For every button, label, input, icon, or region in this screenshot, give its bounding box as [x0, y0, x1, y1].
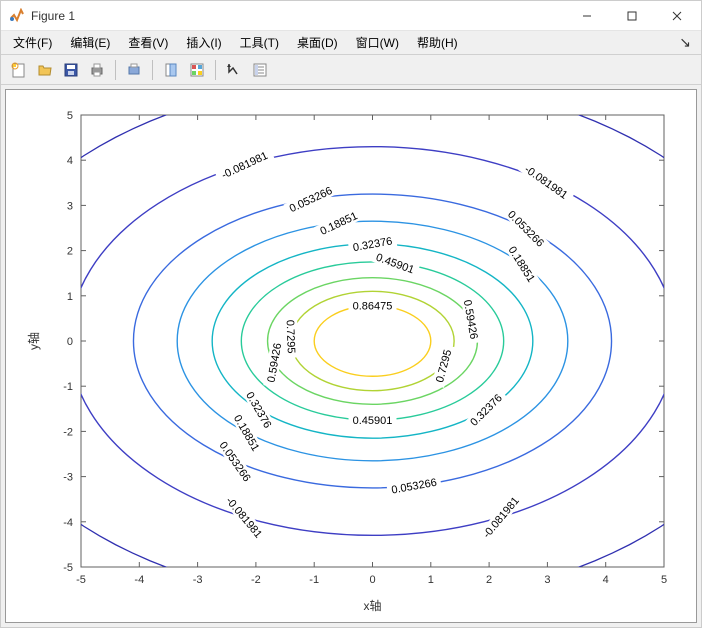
- svg-text:-2: -2: [251, 574, 261, 586]
- menu-window[interactable]: 窗口(W): [348, 32, 407, 53]
- menu-edit[interactable]: 编辑(E): [62, 32, 118, 53]
- maximize-button[interactable]: [609, 1, 654, 31]
- svg-text:x轴: x轴: [363, 598, 381, 613]
- matlab-icon: [9, 8, 25, 24]
- svg-text:4: 4: [67, 155, 73, 167]
- svg-text:0: 0: [369, 574, 375, 586]
- svg-text:0.7295: 0.7295: [284, 320, 297, 354]
- svg-text:0.86475: 0.86475: [353, 301, 393, 313]
- svg-text:1: 1: [67, 291, 73, 303]
- menu-file[interactable]: 文件(F): [5, 32, 60, 53]
- menu-insert[interactable]: 插入(I): [178, 32, 229, 53]
- svg-text:-4: -4: [63, 517, 73, 529]
- insert-legend-button[interactable]: [248, 58, 272, 82]
- svg-text:-4: -4: [134, 574, 144, 586]
- figure-area: -5-4-3-2-1012345-5-4-3-2-1012345x轴y轴-0.0…: [1, 85, 701, 627]
- edit-plot-button[interactable]: [222, 58, 246, 82]
- menu-desktop[interactable]: 桌面(D): [289, 32, 346, 53]
- svg-text:5: 5: [661, 574, 667, 586]
- svg-text:-5: -5: [76, 574, 86, 586]
- axes-canvas[interactable]: -5-4-3-2-1012345-5-4-3-2-1012345x轴y轴-0.0…: [5, 89, 697, 623]
- svg-text:-3: -3: [193, 574, 203, 586]
- svg-text:1: 1: [428, 574, 434, 586]
- insert-colorbar-button[interactable]: [185, 58, 209, 82]
- toolbar: [1, 55, 701, 85]
- new-figure-button[interactable]: [7, 58, 31, 82]
- window-title: Figure 1: [31, 9, 564, 23]
- svg-text:4: 4: [603, 574, 609, 586]
- menu-help[interactable]: 帮助(H): [409, 32, 466, 53]
- svg-text:2: 2: [67, 246, 73, 258]
- menubar: 文件(F) 编辑(E) 查看(V) 插入(I) 工具(T) 桌面(D) 窗口(W…: [1, 31, 701, 55]
- print-preview-button[interactable]: [122, 58, 146, 82]
- svg-text:y轴: y轴: [26, 332, 41, 350]
- figure-window: Figure 1 文件(F) 编辑(E) 查看(V) 插入(I) 工具(T) 桌…: [0, 0, 702, 628]
- svg-text:0: 0: [67, 336, 73, 348]
- link-button[interactable]: [159, 58, 183, 82]
- svg-text:-1: -1: [63, 381, 73, 393]
- svg-text:3: 3: [67, 200, 73, 212]
- svg-text:0.45901: 0.45901: [353, 415, 393, 427]
- svg-text:5: 5: [67, 110, 73, 122]
- svg-text:2: 2: [486, 574, 492, 586]
- close-button[interactable]: [654, 1, 699, 31]
- svg-text:-3: -3: [63, 472, 73, 484]
- titlebar: Figure 1: [1, 1, 701, 31]
- svg-text:-5: -5: [63, 562, 73, 574]
- contour-plot: -5-4-3-2-1012345-5-4-3-2-1012345x轴y轴-0.0…: [6, 90, 694, 622]
- print-button[interactable]: [85, 58, 109, 82]
- svg-text:-1: -1: [309, 574, 319, 586]
- open-button[interactable]: [33, 58, 57, 82]
- svg-text:-2: -2: [63, 426, 73, 438]
- save-button[interactable]: [59, 58, 83, 82]
- menu-view[interactable]: 查看(V): [120, 32, 176, 53]
- minimize-button[interactable]: [564, 1, 609, 31]
- svg-text:3: 3: [544, 574, 550, 586]
- menu-tools[interactable]: 工具(T): [232, 32, 287, 53]
- dock-arrow-icon[interactable]: ↘: [673, 34, 697, 51]
